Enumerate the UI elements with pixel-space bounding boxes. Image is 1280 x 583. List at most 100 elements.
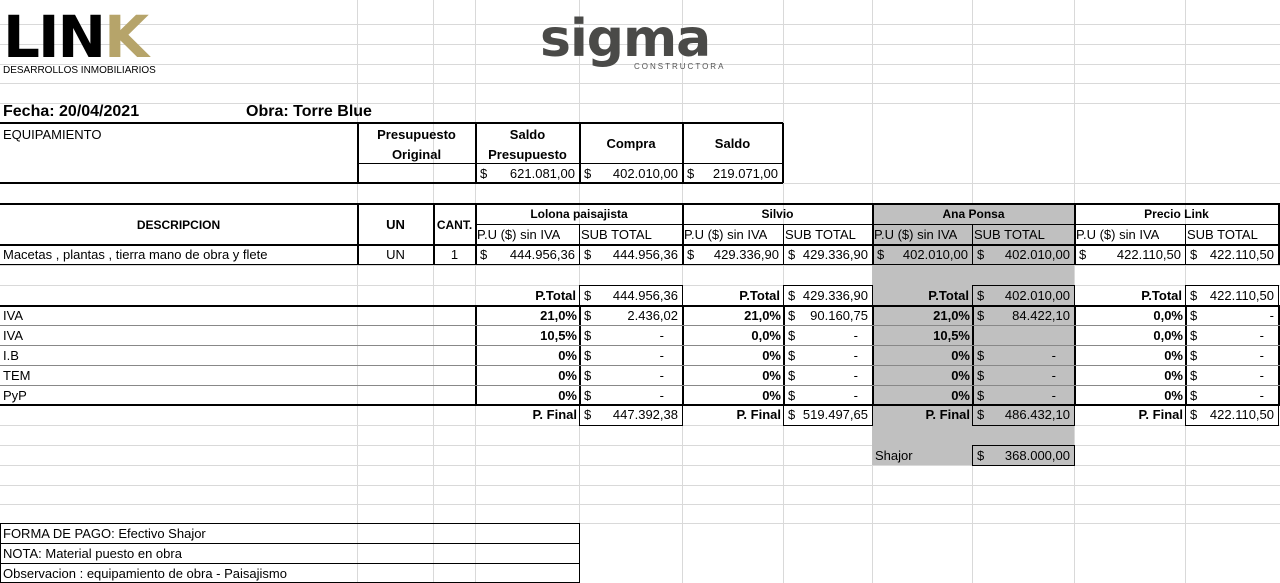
currency-symbol: $ (1190, 348, 1198, 363)
tax-pct-ana-ponsa: 0% (951, 388, 970, 403)
pfinal-ana-ponsa: $486.432,10 (973, 406, 1074, 424)
observacion: Observacion : equipamiento de obra - Pai… (3, 566, 287, 581)
tax-val-lolona: $ - (580, 387, 682, 405)
pfinal-label-ana-ponsa: P. Final (925, 407, 970, 422)
tax-pct-lolona: 0% (558, 388, 577, 403)
currency-symbol: $ (687, 247, 695, 262)
ptotal-label-ana-ponsa: P.Total (928, 288, 969, 303)
saldo-presupuesto-header: Saldo Presupuesto (476, 126, 579, 164)
tax-val-lolona: $ - (580, 347, 682, 365)
tax-val-precio-link: $ - (1186, 307, 1278, 325)
item-sub-ana-ponsa-amount: 402.010,00 (1004, 247, 1070, 262)
tax-label: IVA (3, 308, 23, 323)
currency-symbol: $ (584, 288, 592, 303)
item-row-bottom (0, 264, 1280, 265)
presupuesto-original-header: Presupuesto Original (358, 126, 475, 164)
tax-pct-silvio: 21,0% (744, 308, 781, 323)
tax-val-precio-link: $ - (1186, 347, 1278, 365)
tax-val-lolona: $ - (580, 327, 682, 345)
tax-label: IVA (3, 328, 23, 343)
currency-symbol: $ (788, 388, 796, 403)
un-header: UN (386, 217, 405, 232)
pu-header-ana-ponsa: P.U ($) sin IVA (874, 227, 958, 242)
tax-val-amount: - (1259, 348, 1264, 363)
tax-val-amount: - (853, 348, 858, 363)
tax-pct-lolona: 0% (558, 368, 577, 383)
currency-symbol: $ (1190, 247, 1198, 262)
item-sub-lolona-amount: 444.956,36 (612, 247, 678, 262)
currency-symbol: $ (584, 308, 592, 323)
ptotal-precio-link: $422.110,50 (1186, 287, 1278, 305)
item-pu-precio-link: $422.110,50 (1075, 246, 1185, 264)
currency-symbol: $ (977, 247, 985, 262)
budget-v5 (782, 123, 784, 183)
tax-val-amount: - (1259, 328, 1264, 343)
item-sub-silvio: $429.336,90 (784, 246, 872, 264)
tax-val-amount: - (1269, 308, 1274, 323)
table-v-right (1278, 204, 1280, 265)
currency-symbol: $ (977, 288, 985, 303)
tax-val-amount: - (1051, 388, 1056, 403)
currency-symbol: $ (584, 407, 592, 422)
tax-pct-precio-link: 0,0% (1153, 308, 1183, 323)
subtotal-header-lolona: SUB TOTAL (581, 227, 652, 242)
currency-symbol: $ (1190, 308, 1198, 323)
currency-symbol: $ (788, 407, 796, 422)
tax-val-ana-ponsa: $ - (973, 367, 1074, 385)
currency-symbol: $ (977, 308, 985, 323)
item-pu-silvio-amount: 429.336,90 (713, 247, 779, 262)
pfinal-label-silvio: P. Final (736, 407, 781, 422)
spreadsheet: LINK DESARROLLOS INMOBILIARIOS sigma CON… (0, 0, 1280, 583)
currency-symbol: $ (480, 166, 488, 181)
currency-symbol: $ (584, 368, 592, 383)
saldo-presupuesto-line2: Presupuesto (488, 147, 567, 162)
tax-val-silvio: $ - (784, 387, 872, 405)
tax-pct-precio-link: 0% (1164, 388, 1183, 403)
pfinal-lolona-amount: 447.392,38 (612, 407, 678, 422)
subtotal-header-precio-link: SUB TOTAL (1187, 227, 1258, 242)
currency-symbol: $ (788, 247, 796, 262)
pu-header-silvio: P.U ($) sin IVA (684, 227, 768, 242)
tax-val-amount: - (1259, 388, 1264, 403)
tax-val-ana-ponsa: $84.422,10 (973, 307, 1074, 325)
tax-pct-ana-ponsa: 0% (951, 348, 970, 363)
tax-val-amount: - (659, 348, 664, 363)
currency-symbol: $ (977, 448, 985, 463)
subtotal-header-ana-ponsa: SUB TOTAL (974, 227, 1045, 242)
currency-symbol: $ (687, 166, 695, 181)
tax-val-amount: - (659, 388, 664, 403)
descripcion-header: DESCRIPCION (136, 218, 221, 232)
item-sub-precio-link-amount: 422.110,50 (1209, 247, 1274, 262)
item-description: Macetas , plantas , tierra mano de obra … (3, 247, 268, 262)
tax-row-line-1 (0, 325, 1280, 326)
item-cant: 1 (450, 247, 459, 262)
pu-header-lolona: P.U ($) sin IVA (477, 227, 561, 242)
tax-pct-silvio: 0% (762, 348, 781, 363)
item-un: UN (386, 247, 405, 262)
tax-val-amount: - (659, 328, 664, 343)
currency-symbol: $ (977, 348, 985, 363)
item-pu-precio-link-amount: 422.110,50 (1116, 247, 1181, 262)
currency-symbol: $ (480, 247, 488, 262)
tax-val-silvio: $ - (784, 367, 872, 385)
tax-val-silvio: $ - (784, 347, 872, 365)
sigma-logo: sigma CONSTRUCTORA (540, 12, 725, 71)
currency-symbol: $ (977, 388, 985, 403)
compra-value: $ 402.010,00 (580, 165, 682, 183)
currency-symbol: $ (788, 288, 796, 303)
item-sub-precio-link: $422.110,50 (1186, 246, 1278, 264)
forma-de-pago: FORMA DE PAGO: Efectivo Shajor (3, 526, 206, 541)
tax-val-precio-link: $ - (1186, 327, 1278, 345)
tax-val-precio-link: $ - (1186, 367, 1278, 385)
currency-symbol: $ (1190, 407, 1198, 422)
ptotal-lolona-amount: 444.956,36 (612, 288, 678, 303)
tax-val-amount: - (1051, 368, 1056, 383)
pfinal-ana-ponsa-amount: 486.432,10 (1004, 407, 1070, 422)
item-pu-lolona-amount: 444.956,36 (509, 247, 575, 262)
link-logo: LINK DESARROLLOS INMOBILIARIOS (3, 8, 156, 77)
item-pu-silvio: $429.336,90 (683, 246, 783, 264)
pfinal-silvio-amount: 519.497,65 (802, 407, 868, 422)
saldo-presupuesto-amount: 621.081,00 (509, 166, 575, 181)
item-pu-ana-ponsa: $402.010,00 (873, 246, 972, 264)
saldo-presupuesto-line1: Saldo (509, 127, 546, 142)
